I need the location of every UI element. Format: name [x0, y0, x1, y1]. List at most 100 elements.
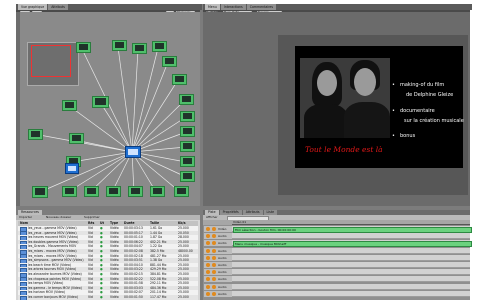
timeline-clip[interactable]: Film sélection - bouton film, 00:00:00:0…: [233, 226, 472, 233]
track-header[interactable]: Audio: [204, 254, 232, 261]
graph-node[interactable]: [62, 186, 77, 197]
track-header[interactable]: Audio: [204, 283, 232, 290]
track-lock-icon[interactable]: [206, 227, 210, 231]
menu-line-5[interactable]: bonus: [400, 133, 415, 139]
track-lane[interactable]: [232, 233, 470, 240]
track-lock-icon[interactable]: [206, 291, 210, 296]
graph-node[interactable]: [180, 111, 195, 122]
track-header[interactable]: Audio: [204, 269, 232, 276]
track-header[interactable]: Audio: [204, 240, 232, 247]
graph-node[interactable]: [162, 56, 177, 67]
track-name: Audio: [218, 284, 227, 289]
graph-node[interactable]: [132, 43, 147, 54]
timeline-clip[interactable]: Menu musique - musique MOV.aiff: [233, 241, 472, 247]
track-lock-icon[interactable]: [206, 263, 210, 267]
graph-node[interactable]: [128, 186, 143, 197]
track-lane[interactable]: [232, 262, 470, 268]
col-name[interactable]: Nom: [20, 221, 28, 226]
track-header[interactable]: Audio: [204, 290, 232, 297]
menu-red-title: Tout le Monde est là: [305, 145, 383, 154]
bullet-icon: •: [392, 108, 395, 114]
track-mute-icon[interactable]: [212, 248, 216, 253]
track-lock-icon[interactable]: [206, 248, 210, 253]
overview-viewport-frame[interactable]: [31, 45, 71, 77]
delete-button[interactable]: Supprimer: [84, 215, 100, 220]
track-lane[interactable]: [232, 254, 470, 261]
graph-node[interactable]: [180, 156, 195, 167]
graph-node[interactable]: [180, 141, 195, 152]
graph-node[interactable]: [180, 126, 195, 137]
track-mute-icon[interactable]: [212, 277, 216, 282]
track-header[interactable]: Audio: [204, 233, 232, 240]
table-header: Nom Rés Ut Type Durée Taille Kb/s: [18, 221, 198, 226]
track-lock-icon[interactable]: [206, 284, 210, 289]
track-lock-icon[interactable]: [206, 270, 210, 275]
track-name: Vidéo: [218, 227, 227, 231]
menu-line-1[interactable]: making-of du film: [400, 82, 444, 88]
graph-node[interactable]: [62, 100, 77, 111]
track-lock-icon[interactable]: [206, 255, 210, 260]
bullet-icon: •: [392, 82, 395, 88]
track-lane[interactable]: [232, 247, 470, 254]
graph-node[interactable]: [28, 129, 43, 140]
track-lane[interactable]: [232, 269, 470, 276]
graph-node[interactable]: [69, 133, 84, 144]
col-kbs[interactable]: Kb/s: [178, 221, 186, 226]
graph-node[interactable]: [150, 186, 165, 197]
track-mute-icon[interactable]: [212, 255, 216, 260]
track-name: Audio: [218, 263, 227, 267]
timeline-ruler[interactable]: [232, 224, 470, 225]
menu-photo: [300, 58, 390, 138]
track-name: Audio: [218, 241, 227, 246]
track-mute-icon[interactable]: [212, 227, 216, 231]
graph-node[interactable]: [152, 41, 167, 52]
track-name: Audio: [218, 277, 227, 282]
graph-hub-node[interactable]: [65, 163, 79, 174]
graph-node[interactable]: [32, 186, 48, 198]
graph-node[interactable]: [180, 171, 195, 182]
graph-node[interactable]: [112, 40, 127, 51]
track-mute-icon[interactable]: [212, 263, 216, 267]
track-lane[interactable]: [232, 283, 470, 290]
track-header[interactable]: Audio: [204, 276, 232, 283]
resource-browser: Ressources Importer Nouveau dossier Supp…: [16, 210, 200, 300]
menu-line-2: de Delphine Gleize: [406, 92, 454, 98]
track-mute-icon[interactable]: [212, 270, 216, 275]
col-type[interactable]: Type: [110, 221, 118, 226]
track-header[interactable]: Audio: [204, 247, 232, 254]
graph-node[interactable]: [84, 186, 99, 197]
track-name: Audio: [218, 255, 227, 260]
graph-canvas[interactable]: [20, 12, 200, 206]
track-lane[interactable]: [232, 276, 470, 283]
track-name: Audio: [218, 234, 227, 239]
track-name: Audio: [218, 248, 227, 253]
col-duration[interactable]: Durée: [124, 221, 135, 226]
track-mute-icon[interactable]: [212, 234, 216, 239]
col-size[interactable]: Taille: [150, 221, 159, 226]
menu-line-3[interactable]: documentaire: [400, 108, 435, 114]
track-lane[interactable]: [232, 290, 470, 297]
graph-node[interactable]: [174, 186, 189, 197]
graph-node[interactable]: [179, 94, 194, 105]
col-ut[interactable]: Ut: [100, 221, 104, 226]
graph-node[interactable]: [172, 74, 187, 85]
track-header[interactable]: Audio: [204, 262, 232, 268]
track-lock-icon[interactable]: [206, 277, 210, 282]
graph-node[interactable]: [106, 186, 121, 197]
col-res[interactable]: Rés: [88, 221, 94, 226]
track-name: Audio: [218, 291, 227, 296]
graph-node[interactable]: [92, 96, 109, 108]
track-header[interactable]: Vidéo: [204, 226, 232, 232]
track-mute-icon[interactable]: [212, 241, 216, 246]
track-mute-icon[interactable]: [212, 284, 216, 289]
track-lock-icon[interactable]: [206, 241, 210, 246]
menu-line-4: sur la création musicale: [404, 118, 464, 124]
graph-hub-node[interactable]: [125, 146, 141, 158]
import-button[interactable]: Importer: [19, 215, 32, 220]
bullet-icon: •: [392, 133, 395, 139]
track-name: Audio: [218, 270, 227, 275]
track-mute-icon[interactable]: [212, 291, 216, 296]
new-folder-button[interactable]: Nouveau dossier: [46, 215, 71, 220]
track-lock-icon[interactable]: [206, 234, 210, 239]
graph-node[interactable]: [76, 42, 91, 53]
